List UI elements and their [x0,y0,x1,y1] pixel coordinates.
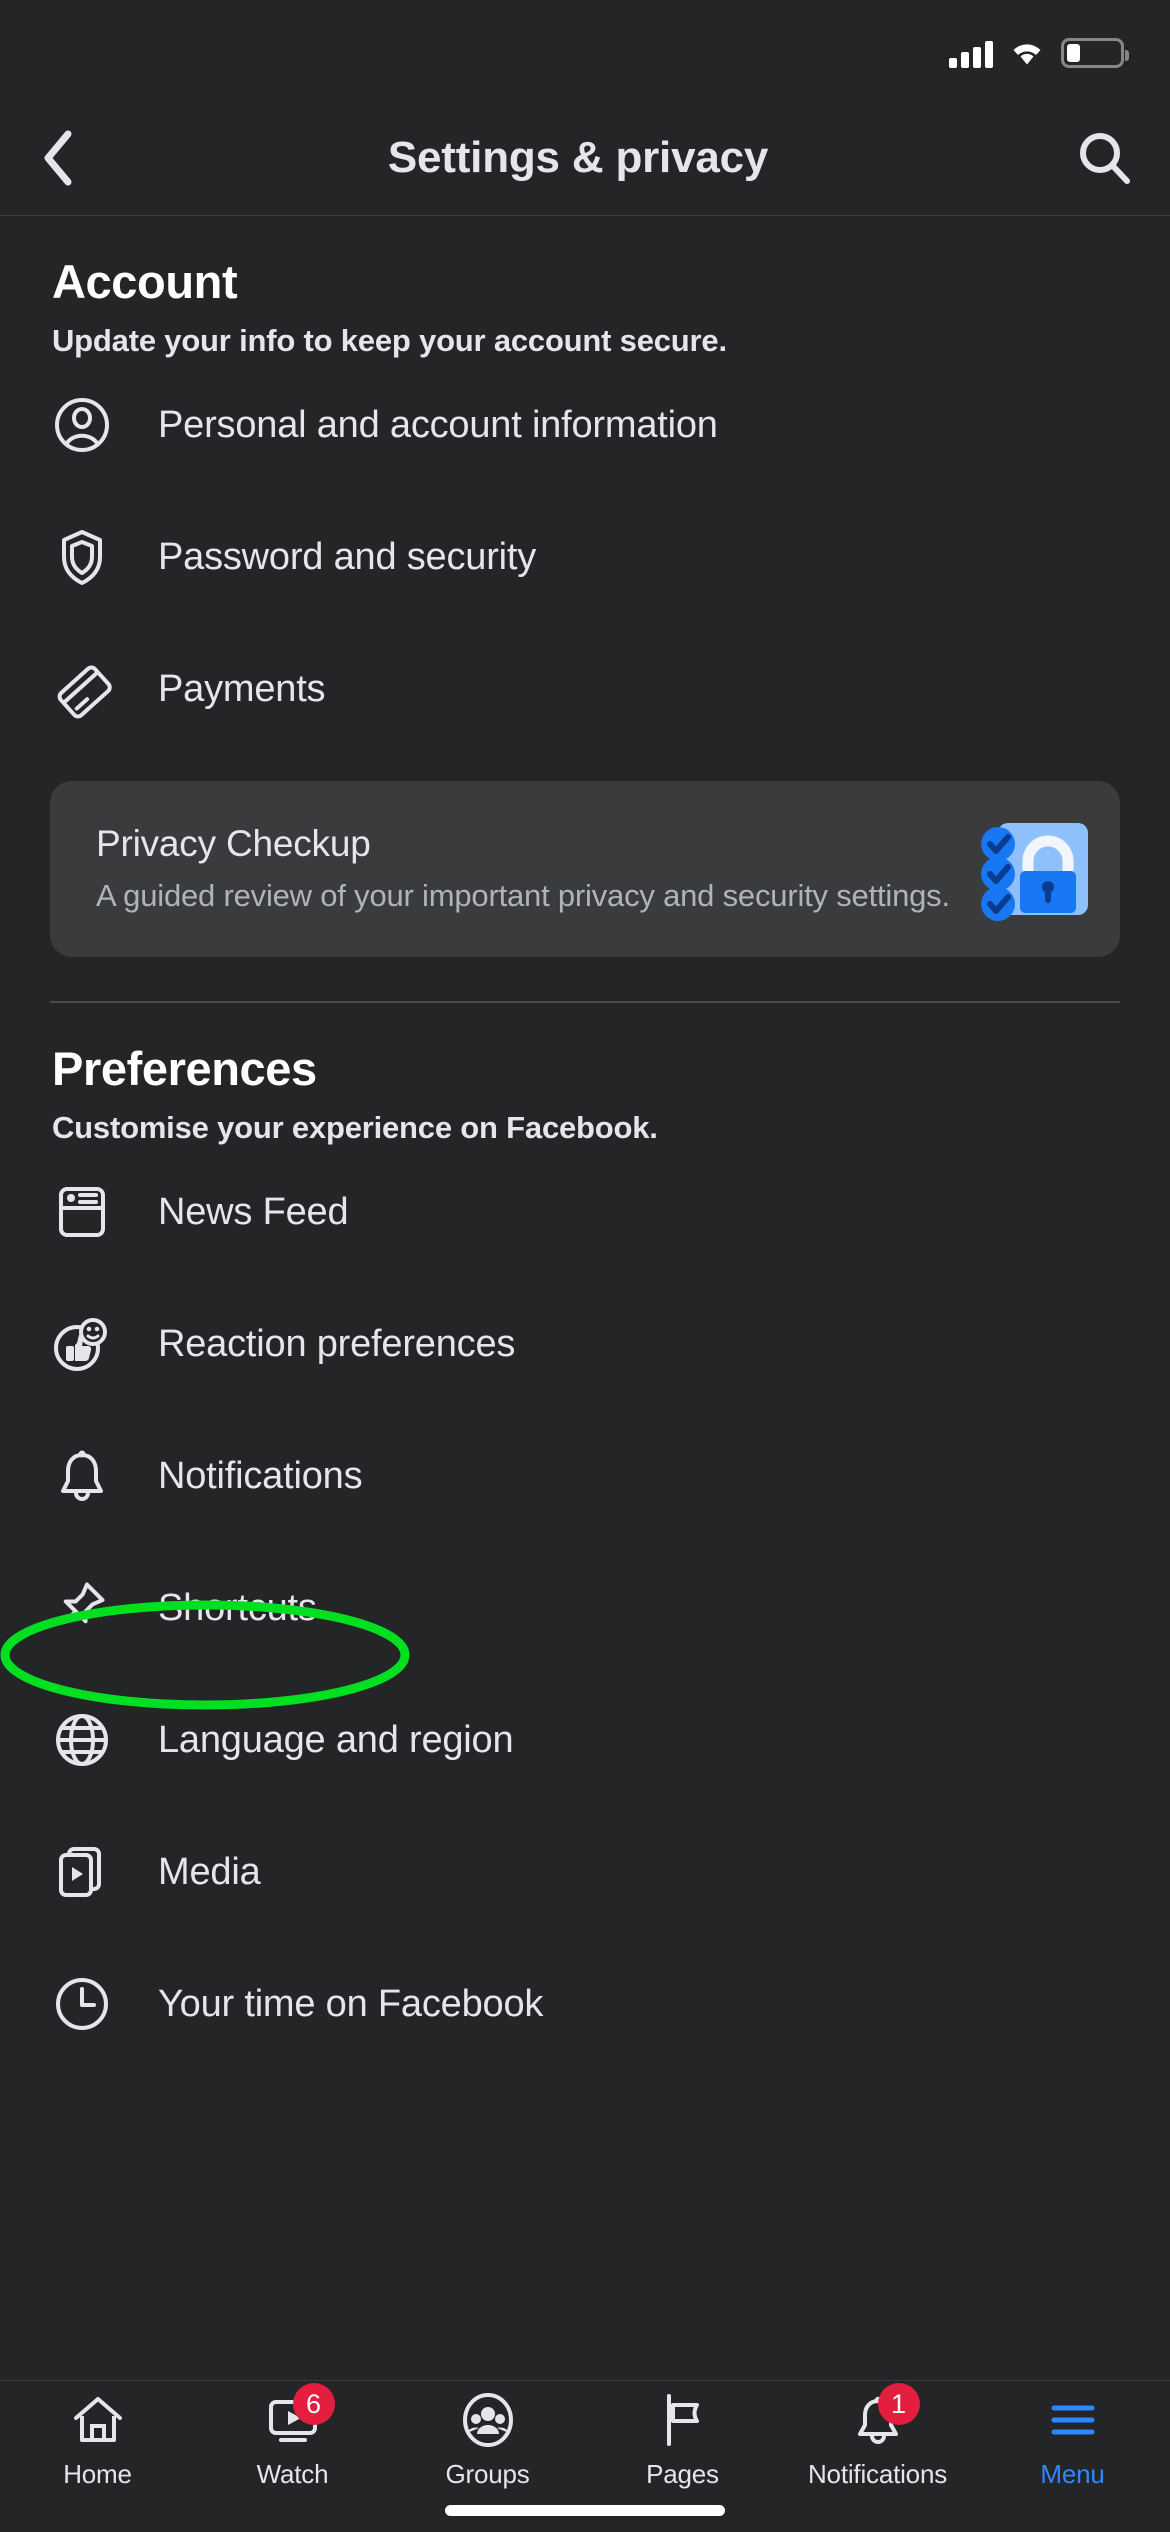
groups-icon [460,2389,516,2451]
setting-row-language-region[interactable]: Language and region [0,1674,1170,1806]
credit-card-icon [46,653,118,725]
section-title-preferences: Preferences [52,1042,317,1095]
watch-video-icon: 6 [265,2383,335,2451]
setting-row-payments[interactable]: Payments [0,623,1170,755]
home-indicator [445,2505,725,2516]
setting-row-label: Payments [158,667,326,710]
nav-badge-watch: 6 [292,2383,335,2425]
nav-tab-watch[interactable]: 6 Watch [195,2383,390,2490]
home-icon [70,2389,126,2451]
setting-row-label: Notifications [158,1454,363,1497]
setting-row-label: Shortcuts [158,1586,317,1629]
chevron-left-icon [44,130,72,185]
person-circle-icon [46,389,118,461]
bell-icon [46,1440,118,1512]
search-icon [1080,132,1130,184]
search-button[interactable] [1040,100,1170,216]
nav-tab-label: Menu [1040,2459,1105,2489]
setting-row-notifications[interactable]: Notifications [0,1410,1170,1542]
nav-tab-groups[interactable]: Groups [390,2389,585,2490]
wifi-icon [1013,44,1041,65]
cellular-signal-icon [949,41,993,68]
section-account: Account Update your info to keep your ac… [0,254,1170,1003]
bell-icon: 1 [850,2383,920,2451]
setting-row-label: Language and region [158,1718,514,1761]
app-header: Settings & privacy [0,100,1170,216]
section-title-account: Account [52,255,238,308]
privacy-checkup-title: Privacy Checkup [96,823,371,865]
nav-tab-label: Notifications [807,2459,948,2489]
setting-row-your-time-on-facebook[interactable]: Your time on Facebook [0,1938,1170,2070]
page-title: Settings & privacy [387,132,769,182]
setting-row-media[interactable]: Media [0,1806,1170,1938]
nav-tab-label: Groups [445,2459,530,2489]
privacy-checklist-lock-illustration [976,817,1092,921]
media-stack-icon [46,1836,118,1908]
hamburger-menu-icon [1045,2389,1101,2451]
section-subtitle-account: Update your info to keep your account se… [52,323,727,358]
setting-row-label: Password and security [158,535,537,578]
reaction-thumbs-up-icon [46,1308,118,1380]
battery-low-icon [1061,38,1129,68]
nav-tab-label: Pages [646,2459,719,2489]
setting-row-label: News Feed [158,1190,349,1233]
section-subtitle-preferences: Customise your experience on Facebook. [52,1110,658,1145]
setting-row-password-security[interactable]: Password and security [0,491,1170,623]
nav-tab-label: Home [63,2459,132,2489]
setting-row-label: Media [158,1850,261,1893]
nav-tab-menu[interactable]: Menu [975,2389,1170,2490]
setting-row-label: Reaction preferences [158,1322,516,1365]
shield-icon [46,521,118,593]
setting-row-label: Personal and account information [158,403,718,446]
nav-badge-notifications: 1 [877,2383,920,2425]
settings-privacy-screen: Settings & privacy Account Update your i… [0,0,1170,2532]
section-divider [50,1001,1120,1003]
nav-tab-notifications[interactable]: 1 Notifications [780,2383,975,2490]
privacy-checkup-card[interactable]: Privacy Checkup A guided review of your … [50,781,1120,957]
bottom-navigation-bar: Home 6 Watch Groups Pages 1 Notification… [0,2380,1170,2532]
nav-tab-home[interactable]: Home [0,2389,195,2490]
pages-flag-icon [655,2389,711,2451]
setting-row-reaction-preferences[interactable]: Reaction preferences [0,1278,1170,1410]
status-bar [0,0,1170,100]
nav-tab-pages[interactable]: Pages [585,2389,780,2490]
nav-tab-label: Watch [256,2459,329,2489]
setting-row-label: Your time on Facebook [158,1982,544,2025]
setting-row-news-feed[interactable]: News Feed [0,1146,1170,1278]
clock-icon [46,1968,118,2040]
setting-row-personal-info[interactable]: Personal and account information [0,359,1170,491]
globe-icon [46,1704,118,1776]
setting-row-shortcuts[interactable]: Shortcuts [0,1542,1170,1674]
pushpin-icon [46,1572,118,1644]
section-preferences: Preferences Customise your experience on… [0,1041,1170,2070]
settings-scroll-content[interactable]: Account Update your info to keep your ac… [0,216,1170,2396]
back-button[interactable] [0,100,116,216]
news-feed-icon [46,1176,118,1248]
privacy-checkup-description: A guided review of your important privac… [96,878,950,914]
